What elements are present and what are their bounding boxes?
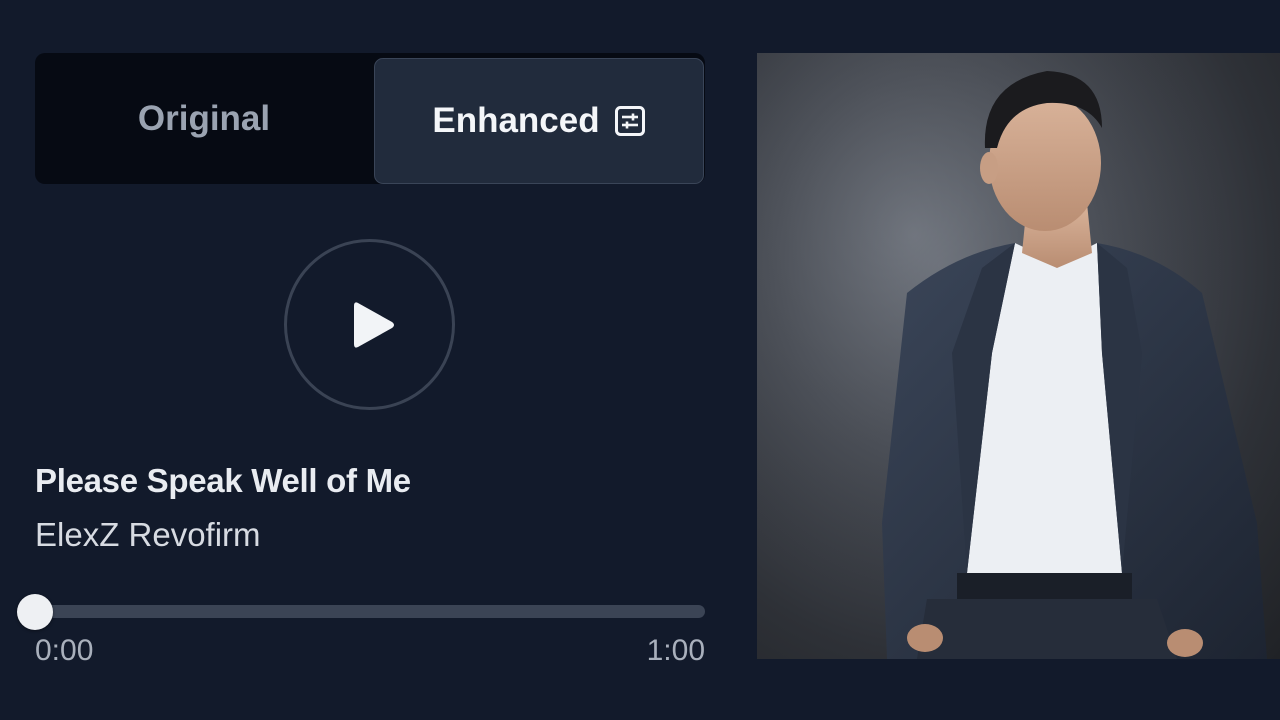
play-button[interactable] — [284, 239, 455, 410]
track-title: Please Speak Well of Me — [35, 462, 411, 499]
play-icon — [344, 299, 396, 351]
tab-enhanced-label: Enhanced — [432, 101, 600, 140]
track-artist: ElexZ Revofirm — [35, 516, 261, 553]
cover-art-image — [757, 53, 1280, 659]
total-time: 1:00 — [646, 634, 705, 667]
tab-original[interactable]: Original — [35, 53, 373, 184]
sliders-icon — [614, 105, 646, 137]
progress-bar[interactable] — [35, 605, 705, 618]
tab-enhanced[interactable]: Enhanced — [374, 58, 704, 184]
version-toggle: Original Enhanced — [35, 53, 705, 184]
progress-thumb[interactable] — [17, 594, 53, 630]
audio-player-page: Original Enhanced Please Speak Well of M… — [0, 0, 1280, 720]
current-time: 0:00 — [35, 634, 94, 667]
tab-original-label: Original — [137, 98, 271, 138]
